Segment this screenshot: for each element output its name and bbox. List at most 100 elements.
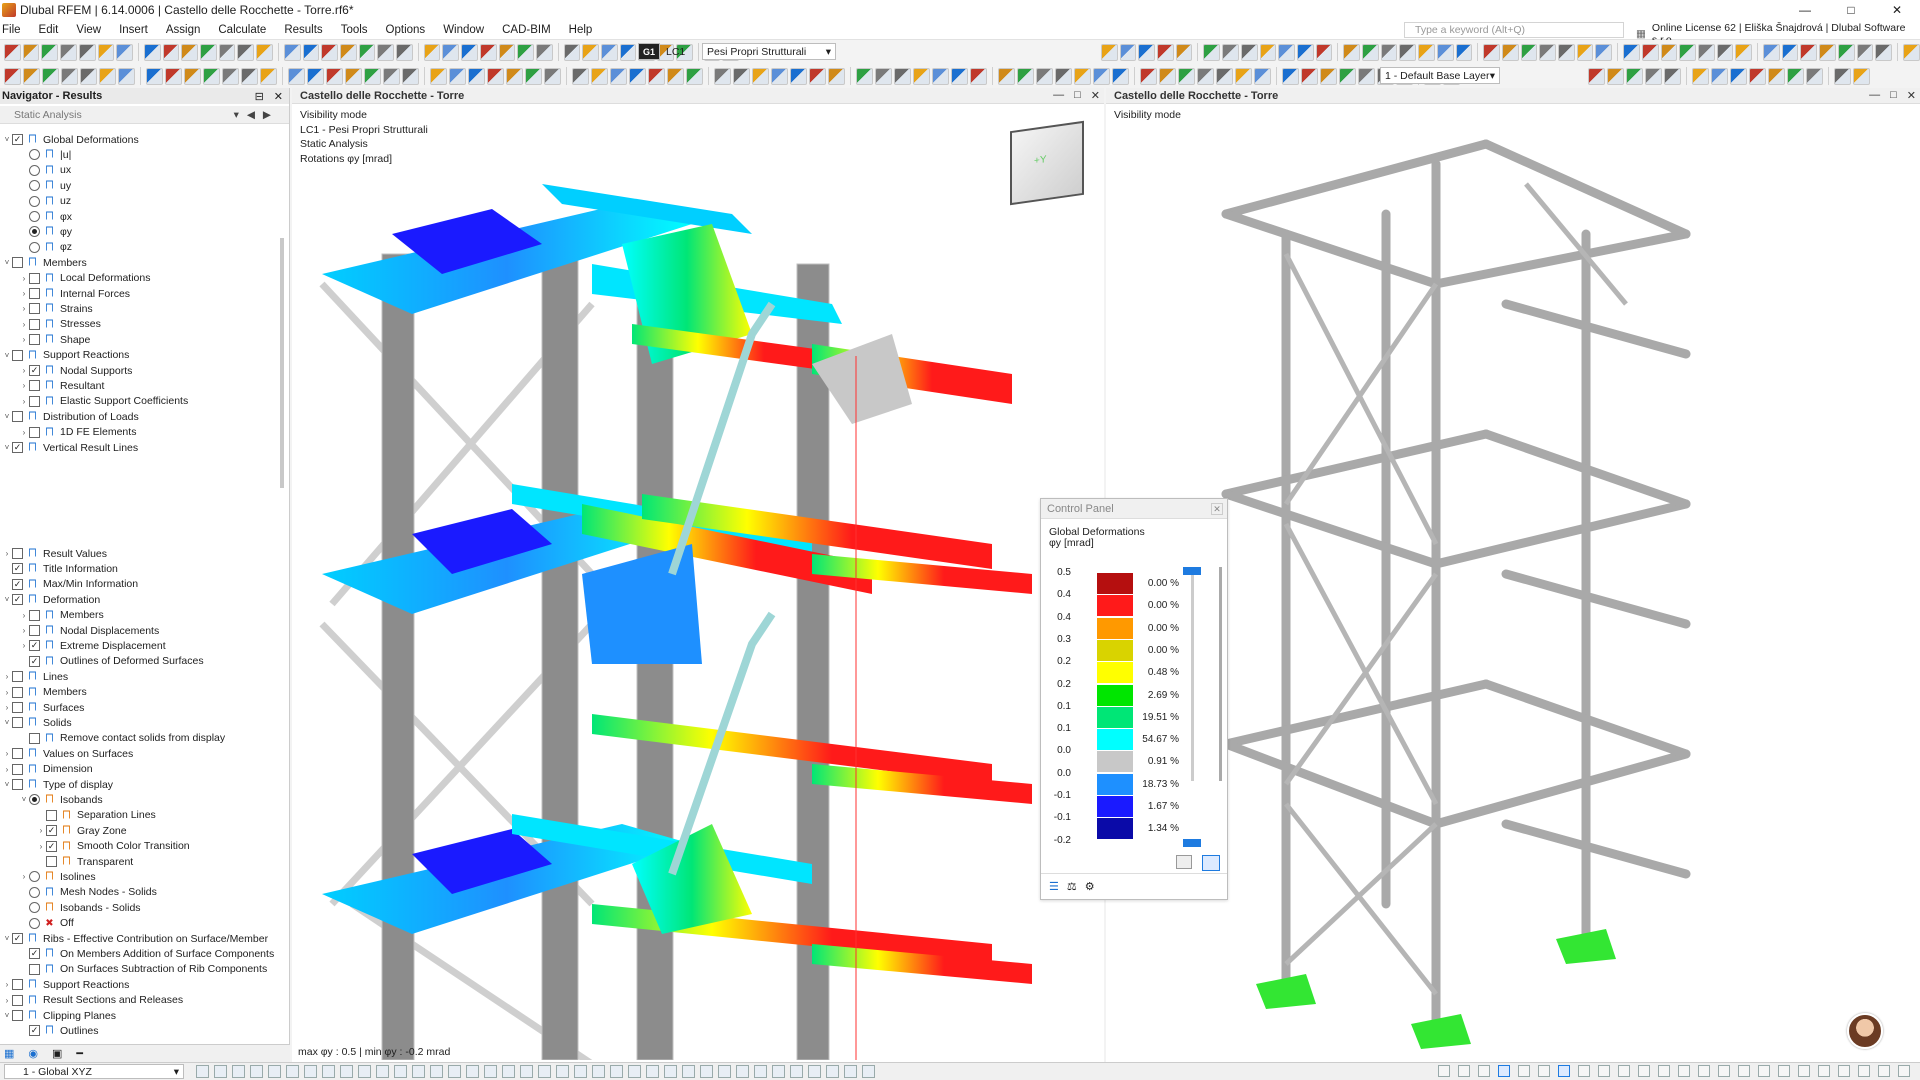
prev-icon[interactable]: ◀ bbox=[247, 109, 255, 121]
toolbar-button-icon[interactable] bbox=[1735, 43, 1753, 61]
toolbar-button-icon[interactable] bbox=[1679, 43, 1696, 61]
checkbox[interactable] bbox=[29, 395, 40, 407]
toolbar-button-icon[interactable] bbox=[544, 67, 561, 85]
status-tool-icon[interactable] bbox=[448, 1065, 461, 1078]
toolbar-button-icon[interactable] bbox=[326, 67, 343, 85]
chevron-down-icon[interactable]: ˅ bbox=[2, 1011, 12, 1020]
legend-edit-icon[interactable] bbox=[1202, 855, 1220, 871]
checkbox[interactable] bbox=[29, 380, 40, 392]
tree-item[interactable]: › ✓ ⨅ Gray Zone bbox=[36, 823, 127, 838]
toolbar-button-icon[interactable] bbox=[200, 43, 217, 61]
tree-item[interactable]: › ⨅ Surfaces bbox=[2, 700, 85, 715]
chevron-down-icon[interactable]: ˅ bbox=[2, 595, 12, 604]
close-icon[interactable]: ✕ bbox=[1211, 502, 1223, 515]
status-tool-icon[interactable] bbox=[412, 1065, 425, 1078]
toolbar-button-icon[interactable] bbox=[80, 67, 97, 85]
checkbox[interactable]: ✓ bbox=[12, 933, 23, 944]
toolbar-button-icon[interactable] bbox=[339, 43, 357, 61]
toolbar-button-icon[interactable] bbox=[345, 67, 362, 85]
model-view-results[interactable]: Castello delle Rocchette - Torre — □ ✕ V… bbox=[292, 88, 1104, 1062]
chevron-right-icon[interactable]: › bbox=[19, 289, 29, 298]
chevron-right-icon[interactable]: › bbox=[19, 335, 29, 344]
radio-button[interactable] bbox=[29, 211, 40, 222]
menu-file[interactable]: File bbox=[0, 24, 30, 36]
tree-item[interactable]: › ⨅ Strains bbox=[19, 301, 93, 316]
status-tool-icon[interactable] bbox=[466, 1065, 479, 1078]
radio-button[interactable] bbox=[29, 241, 40, 253]
toolbar-button-icon[interactable] bbox=[383, 67, 400, 85]
status-toggle-icon[interactable] bbox=[1818, 1065, 1830, 1077]
toolbar-button-icon[interactable] bbox=[1399, 43, 1417, 61]
status-tool-icon[interactable] bbox=[394, 1065, 407, 1078]
toolbar-button-icon[interactable] bbox=[260, 67, 277, 85]
toolbar-button-icon[interactable] bbox=[572, 67, 589, 85]
checkbox[interactable]: ✓ bbox=[12, 134, 23, 145]
chevron-right-icon[interactable]: › bbox=[2, 703, 12, 712]
toolbar-button-icon[interactable] bbox=[1203, 43, 1221, 61]
status-toggle-icon[interactable] bbox=[1838, 1065, 1850, 1077]
status-toggle-icon[interactable] bbox=[1758, 1065, 1770, 1077]
status-tool-icon[interactable] bbox=[250, 1065, 263, 1078]
chevron-right-icon[interactable]: › bbox=[19, 366, 29, 375]
chevron-right-icon[interactable]: › bbox=[2, 549, 12, 558]
toolbar-button-icon[interactable] bbox=[1017, 67, 1034, 85]
toolbar-button-icon[interactable] bbox=[1501, 43, 1519, 61]
status-toggle-icon[interactable] bbox=[1898, 1065, 1910, 1077]
checkbox[interactable] bbox=[29, 288, 40, 299]
tree-item[interactable]: › ⨅ Members bbox=[19, 608, 104, 623]
pin-icon[interactable]: ⊟ bbox=[255, 90, 264, 103]
status-toggle-icon[interactable] bbox=[1438, 1065, 1450, 1077]
checkbox[interactable]: ✓ bbox=[46, 825, 57, 837]
checkbox[interactable] bbox=[29, 318, 40, 330]
radio-button[interactable] bbox=[29, 886, 40, 898]
checkbox[interactable] bbox=[12, 1010, 23, 1021]
toolbar-button-icon[interactable] bbox=[1730, 67, 1747, 85]
legend-slider-top-handle[interactable] bbox=[1183, 567, 1201, 575]
status-tool-icon[interactable] bbox=[736, 1065, 749, 1078]
toolbar-button-icon[interactable] bbox=[396, 43, 413, 61]
status-tool-icon[interactable] bbox=[268, 1065, 281, 1078]
status-toggle-icon[interactable] bbox=[1518, 1065, 1530, 1077]
toolbar-button-icon[interactable] bbox=[525, 67, 542, 85]
chevron-right-icon[interactable]: › bbox=[19, 611, 29, 620]
checkbox[interactable]: ✓ bbox=[29, 948, 40, 960]
status-toggle-icon[interactable] bbox=[1678, 1065, 1690, 1077]
checkbox[interactable] bbox=[29, 426, 40, 438]
toolbar-button-icon[interactable] bbox=[790, 67, 807, 85]
toolbar-button-icon[interactable] bbox=[218, 43, 236, 61]
status-tool-icon[interactable] bbox=[754, 1065, 767, 1078]
toolbar-button-icon[interactable] bbox=[162, 43, 180, 61]
tree-item[interactable]: ⨅ Mesh Nodes - Solids bbox=[19, 885, 157, 900]
toolbar-button-icon[interactable] bbox=[1278, 43, 1295, 61]
chevron-down-icon[interactable]: ˅ bbox=[2, 780, 12, 789]
tree-item[interactable]: ˅ ⨅ Members bbox=[2, 255, 87, 270]
checkbox[interactable] bbox=[12, 349, 23, 361]
tree-item[interactable]: ⨅ ux bbox=[19, 163, 71, 178]
toolbar-button-icon[interactable] bbox=[1645, 67, 1662, 85]
minimize-icon[interactable]: — bbox=[1782, 0, 1828, 20]
toolbar-button-icon[interactable] bbox=[143, 43, 161, 61]
status-toggle-icon[interactable] bbox=[1718, 1065, 1730, 1077]
next-icon[interactable]: ▶ bbox=[263, 109, 271, 121]
tree-item[interactable]: ⨅ Transparent bbox=[36, 854, 133, 869]
status-toggle-icon[interactable] bbox=[1878, 1065, 1890, 1077]
tree-item[interactable]: › ⨅ Values on Surfaces bbox=[2, 746, 134, 761]
toolbar-button-icon[interactable] bbox=[1588, 67, 1605, 85]
chevron-right-icon[interactable]: › bbox=[19, 397, 29, 406]
model-view-visibility[interactable]: Castello delle Rocchette - Torre — □ ✕ Vis… bbox=[1106, 88, 1920, 1062]
toolbar-button-icon[interactable] bbox=[97, 43, 115, 61]
chevron-right-icon[interactable]: › bbox=[2, 980, 12, 989]
status-tool-icon[interactable] bbox=[556, 1065, 569, 1078]
menu-tools[interactable]: Tools bbox=[332, 24, 377, 36]
checkbox[interactable]: ✓ bbox=[29, 1025, 40, 1037]
status-toggle-icon[interactable] bbox=[1858, 1065, 1870, 1077]
toolbar-button-icon[interactable] bbox=[1875, 43, 1892, 61]
toolbar-button-icon[interactable] bbox=[1074, 67, 1091, 85]
user-avatar[interactable] bbox=[1847, 1013, 1883, 1049]
close-icon[interactable]: ✕ bbox=[1874, 0, 1920, 20]
toolbar-button-icon[interactable] bbox=[535, 43, 553, 61]
toolbar-button-icon[interactable] bbox=[1159, 67, 1176, 85]
status-tool-icon[interactable] bbox=[862, 1065, 875, 1078]
toolbar-button-icon[interactable] bbox=[1623, 43, 1640, 61]
toolbar-button-icon[interactable] bbox=[506, 67, 523, 85]
